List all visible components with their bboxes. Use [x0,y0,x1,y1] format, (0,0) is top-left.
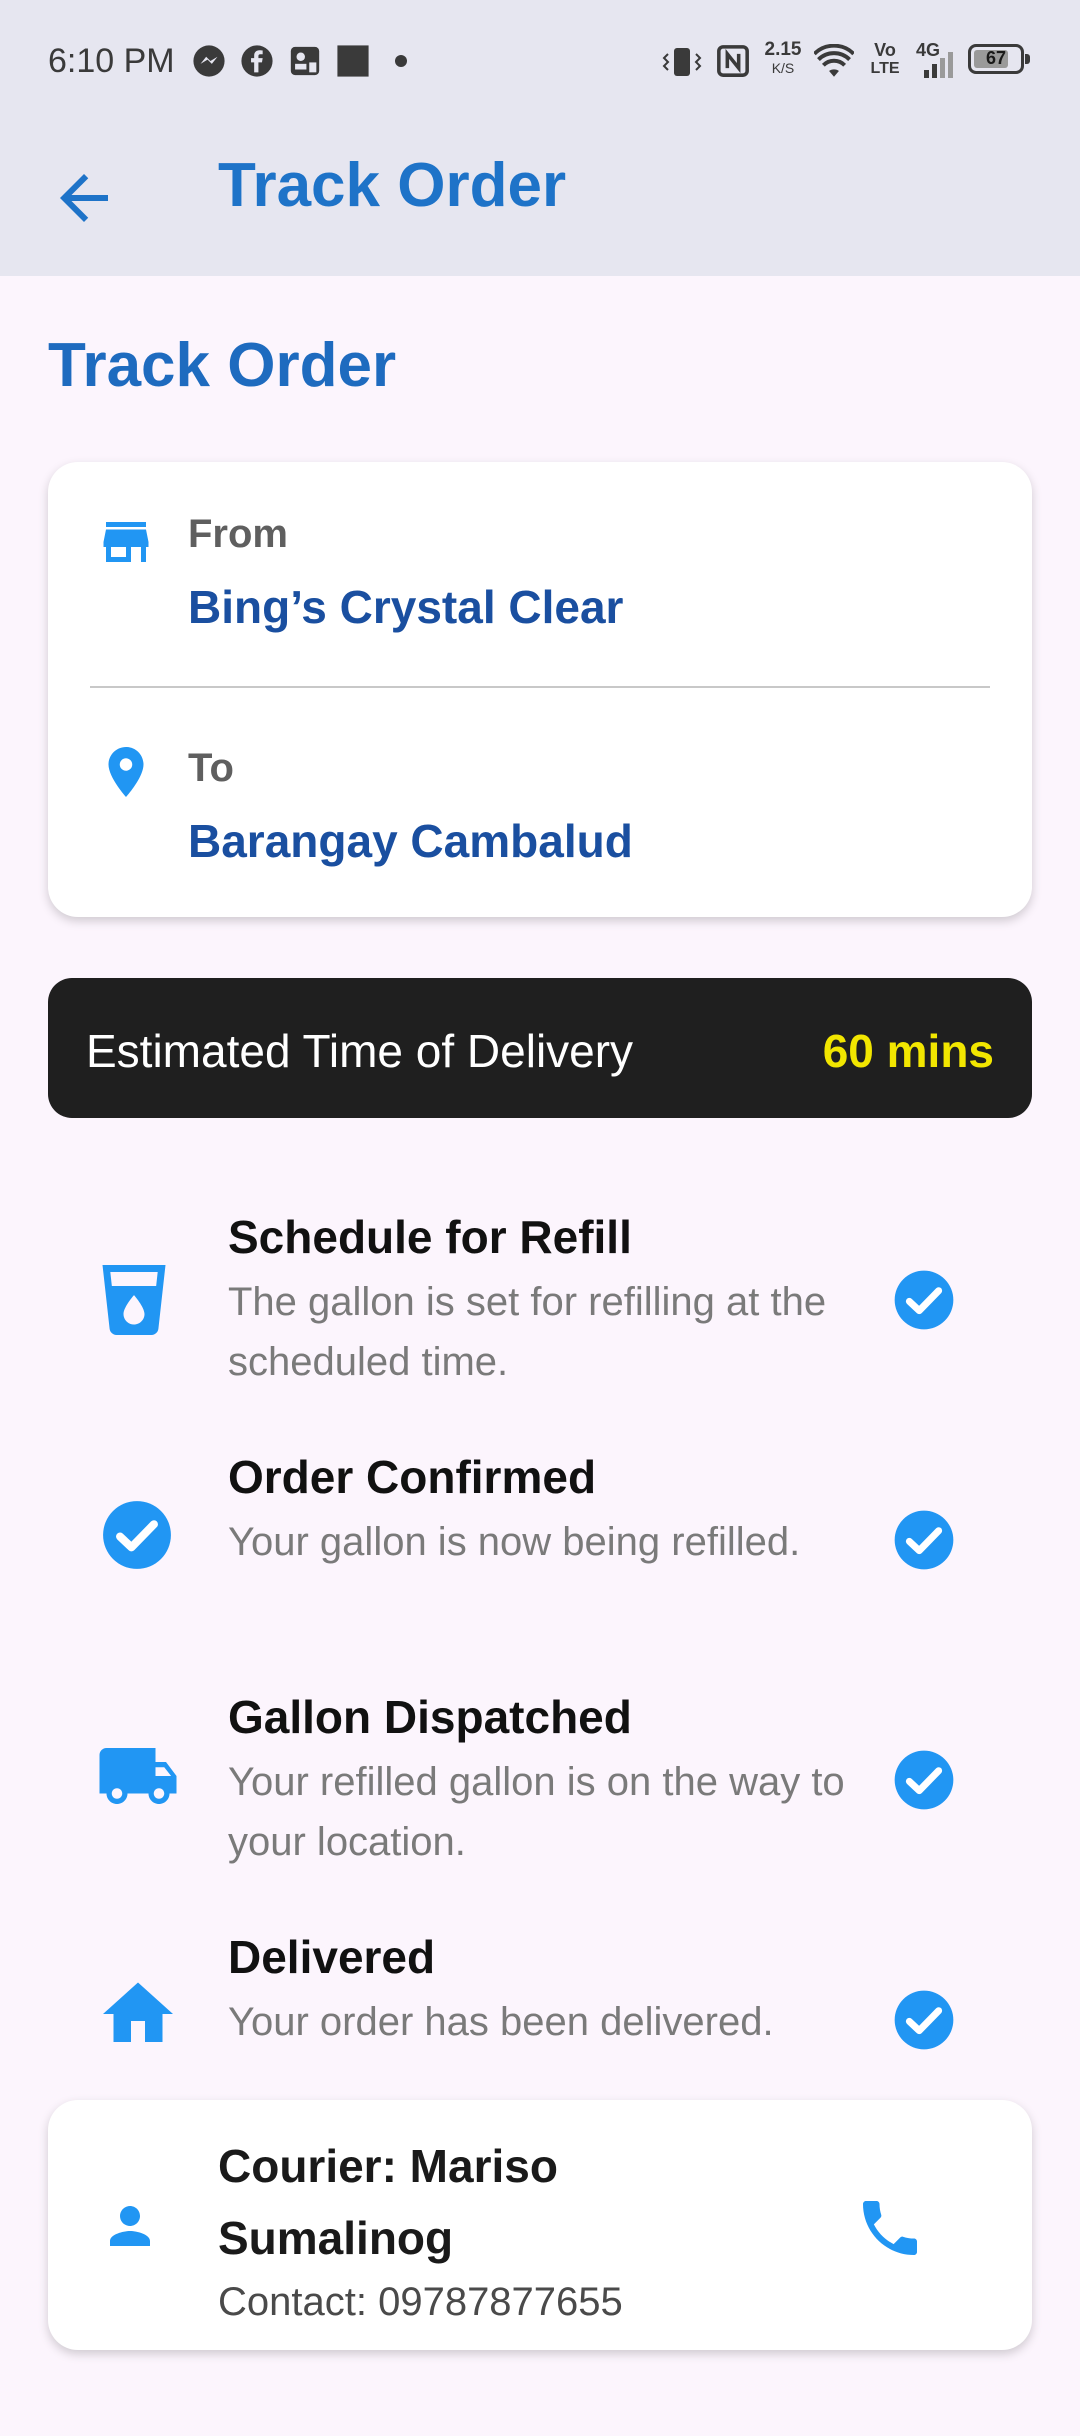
check-circle-icon [894,1510,954,1570]
back-button[interactable] [48,162,120,234]
from-label: From [188,512,288,556]
step-delivered: Delivered Your order has been delivered. [0,1930,1080,2050]
phone-icon [863,2201,917,2255]
app-bar-title: Track Order [218,151,567,220]
courier-contact: Contact: 09787877655 [218,2280,623,2324]
call-courier-button[interactable] [854,2192,926,2264]
eta-bar: Estimated Time of Delivery 60 mins [48,978,1032,1118]
truck-icon [99,1748,177,1804]
app-bar: Track Order [0,120,1080,276]
battery-tip [1025,54,1030,64]
volte-top: Vo [874,40,896,60]
eta-value: 60 mins [822,1025,994,1077]
to-value: Barangay Cambalud [188,815,633,867]
dot-icon [395,55,407,67]
square-icon [337,45,369,77]
step-description: Your order has been delivered. [228,2000,774,2044]
volte-indicator: Vo LTE [866,40,904,78]
arrow-left-icon [60,174,108,222]
step-description: Your gallon is now being refilled. [228,1520,801,1564]
network-speed: 2.15 K/S [760,39,806,77]
eta-label: Estimated Time of Delivery [86,1025,634,1077]
from-value: Bing’s Crystal Clear [188,581,624,633]
location-pin-icon [108,747,144,797]
screen: 6:10 PM 2.15 K/S Vo LTE 4G 67 Track Orde… [0,0,1080,2436]
route-divider [90,686,990,688]
step-schedule-for-refill: Schedule for Refill The gallon is set fo… [0,1210,1080,1390]
route-card: From Bing’s Crystal Clear To Barangay Ca… [48,462,1032,917]
nfc-icon [717,45,749,77]
network-speed-unit: K/S [771,60,795,76]
step-title: Delivered [228,1931,436,1983]
step-description: The gallon is set for refilling at the s… [228,1280,827,1384]
battery-icon: 67 [968,44,1030,74]
step-title: Order Confirmed [228,1451,597,1503]
status-time: 6:10 PM [48,42,175,80]
messenger-icon [193,45,225,77]
check-circle-icon [894,1750,954,1810]
signal-icon [924,52,953,78]
step-title: Schedule for Refill [228,1211,632,1263]
check-circle-icon [894,1990,954,2050]
person-icon [110,2206,150,2246]
page-title: Track Order [48,331,397,400]
status-bar: 6:10 PM 2.15 K/S Vo LTE 4G 67 [0,0,1080,120]
check-circle-icon [894,1270,954,1330]
wifi-icon [814,44,854,77]
battery-percent: 67 [985,48,1007,68]
step-gallon-dispatched: Gallon Dispatched Your refilled gallon i… [0,1690,1080,1870]
home-icon [103,1982,173,2042]
to-label: To [188,746,234,790]
courier-card: Courier: Mariso Sumalinog Contact: 09787… [48,2100,1032,2350]
volte-bottom: LTE [870,60,900,77]
store-icon [103,522,149,562]
water-cup-icon [102,1265,166,1335]
courier-name: Courier: Mariso Sumalinog [218,2140,558,2264]
facebook-icon [241,45,273,77]
vibrate-icon [662,48,702,76]
step-description: Your refilled gallon is on the way to yo… [228,1760,845,1864]
check-circle-icon [103,1501,171,1569]
contact-card-icon [290,46,320,76]
network-speed-value: 2.15 [764,39,802,60]
step-order-confirmed: Order Confirmed Your gallon is now being… [0,1450,1080,1630]
step-title: Gallon Dispatched [228,1691,632,1743]
